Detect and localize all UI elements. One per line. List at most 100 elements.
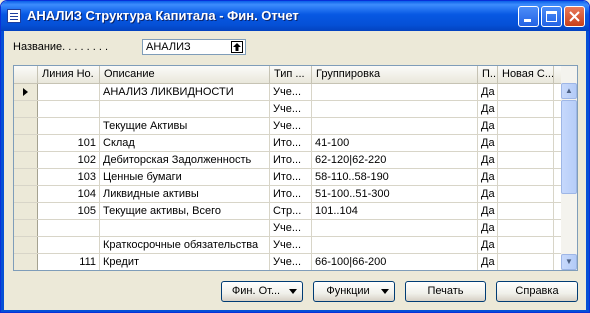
cell-grouping[interactable] [312, 101, 478, 117]
table-row[interactable]: Уче... Да [14, 101, 562, 118]
cell-line-no[interactable]: 101 [38, 135, 100, 151]
cell-type[interactable]: Уче... [270, 118, 312, 134]
cell-new[interactable] [498, 254, 554, 270]
cell-new[interactable] [498, 169, 554, 185]
row-selector[interactable] [14, 169, 38, 185]
cell-line-no[interactable] [38, 118, 100, 134]
fin-report-menu-button[interactable]: Фин. От... [221, 281, 303, 302]
lines-table[interactable]: Линия Но. Описание Тип ... Группировка П… [13, 65, 578, 271]
column-header-type[interactable]: Тип ... [270, 66, 312, 83]
print-button[interactable]: Печать [405, 281, 486, 302]
cell-grouping[interactable]: 41-100 [312, 135, 478, 151]
row-selector[interactable] [14, 152, 38, 168]
row-selector[interactable] [14, 237, 38, 253]
cell-description[interactable]: Ценные бумаги [100, 169, 270, 185]
cell-type[interactable]: Уче... [270, 101, 312, 117]
column-header-grouping[interactable]: Группировка [312, 66, 478, 83]
cell-p[interactable]: Да [478, 254, 498, 270]
cell-description[interactable]: Краткосрочные обязательства [100, 237, 270, 253]
table-row[interactable]: 102 Дебиторская Задолженность Ито... 62-120… [14, 152, 562, 169]
cell-grouping[interactable] [312, 84, 478, 100]
app-icon[interactable] [7, 9, 21, 23]
row-selector[interactable] [14, 220, 38, 236]
cell-p[interactable]: Да [478, 118, 498, 134]
functions-menu-button[interactable]: Функции [313, 281, 395, 302]
cell-p[interactable]: Да [478, 237, 498, 253]
table-row[interactable]: Уче... Да [14, 220, 562, 237]
cell-description[interactable] [100, 101, 270, 117]
row-selector[interactable] [14, 254, 38, 270]
cell-description[interactable]: Ликвидные активы [100, 186, 270, 202]
cell-description[interactable]: Склад [100, 135, 270, 151]
minimize-button[interactable] [518, 6, 539, 27]
cell-grouping[interactable] [312, 237, 478, 253]
cell-new[interactable] [498, 101, 554, 117]
column-header-new[interactable]: Новая С... [498, 66, 554, 83]
column-header-description[interactable]: Описание [100, 66, 270, 83]
cell-line-no[interactable]: 111 [38, 254, 100, 270]
table-row[interactable]: 103 Ценные бумаги Ито... 58-110..58-190 Да [14, 169, 562, 186]
cell-description[interactable]: Дебиторская Задолженность [100, 152, 270, 168]
scroll-down-button[interactable]: ▼ [561, 254, 577, 270]
cell-new[interactable] [498, 186, 554, 202]
cell-new[interactable] [498, 118, 554, 134]
cell-p[interactable]: Да [478, 186, 498, 202]
cell-line-no[interactable]: 103 [38, 169, 100, 185]
cell-description[interactable]: Текущие активы, Всего [100, 203, 270, 219]
row-selector[interactable] [14, 186, 38, 202]
cell-p[interactable]: Да [478, 220, 498, 236]
row-selector[interactable] [14, 101, 38, 117]
cell-line-no[interactable] [38, 84, 100, 100]
table-row[interactable]: 104 Ликвидные активы Ито... 51-100..51-300 Д… [14, 186, 562, 203]
cell-new[interactable] [498, 135, 554, 151]
cell-grouping[interactable]: 66-100|66-200 [312, 254, 478, 270]
cell-new[interactable] [498, 152, 554, 168]
cell-type[interactable]: Стр... [270, 203, 312, 219]
row-selector[interactable] [14, 84, 38, 100]
cell-p[interactable]: Да [478, 84, 498, 100]
lookup-button[interactable] [231, 41, 243, 53]
help-button[interactable]: Справка [496, 281, 578, 302]
cell-type[interactable]: Уче... [270, 84, 312, 100]
cell-description[interactable]: АНАЛИЗ ЛИКВИДНОСТИ [100, 84, 270, 100]
cell-line-no[interactable] [38, 101, 100, 117]
cell-p[interactable]: Да [478, 135, 498, 151]
scroll-thumb[interactable] [561, 100, 577, 194]
row-selector[interactable] [14, 118, 38, 134]
row-selector[interactable] [14, 135, 38, 151]
cell-line-no[interactable] [38, 220, 100, 236]
cell-new[interactable] [498, 220, 554, 236]
cell-description[interactable]: Текущие Активы [100, 118, 270, 134]
cell-new[interactable] [498, 237, 554, 253]
cell-new[interactable] [498, 84, 554, 100]
name-filter-input[interactable]: АНАЛИЗ [142, 39, 246, 55]
cell-grouping[interactable]: 62-120|62-220 [312, 152, 478, 168]
cell-type[interactable]: Ито... [270, 152, 312, 168]
cell-description[interactable] [100, 220, 270, 236]
cell-p[interactable]: Да [478, 203, 498, 219]
scroll-up-button[interactable]: ▲ [561, 83, 577, 99]
cell-grouping[interactable]: 51-100..51-300 [312, 186, 478, 202]
maximize-button[interactable] [541, 6, 562, 27]
title-bar[interactable]: АНАЛИЗ Структура Капитала - Фин. Отчет [1, 1, 589, 31]
table-row[interactable]: 111 Кредит Уче... 66-100|66-200 Да [14, 254, 562, 270]
cell-line-no[interactable]: 102 [38, 152, 100, 168]
cell-line-no[interactable] [38, 237, 100, 253]
cell-line-no[interactable]: 105 [38, 203, 100, 219]
row-selector[interactable] [14, 203, 38, 219]
table-row[interactable]: 105 Текущие активы, Всего Стр... 101..104 Да [14, 203, 562, 220]
cell-type[interactable]: Ито... [270, 135, 312, 151]
cell-line-no[interactable]: 104 [38, 186, 100, 202]
close-button[interactable] [564, 6, 585, 27]
cell-type[interactable]: Уче... [270, 220, 312, 236]
cell-type[interactable]: Ито... [270, 169, 312, 185]
cell-type[interactable]: Уче... [270, 254, 312, 270]
column-header-p[interactable]: П... [478, 66, 498, 83]
cell-new[interactable] [498, 203, 554, 219]
table-row[interactable]: Краткосрочные обязательства Уче... Да [14, 237, 562, 254]
table-row[interactable]: 101 Склад Ито... 41-100 Да [14, 135, 562, 152]
cell-grouping[interactable] [312, 118, 478, 134]
cell-grouping[interactable] [312, 220, 478, 236]
table-row[interactable]: Текущие Активы Уче... Да [14, 118, 562, 135]
cell-grouping[interactable]: 58-110..58-190 [312, 169, 478, 185]
